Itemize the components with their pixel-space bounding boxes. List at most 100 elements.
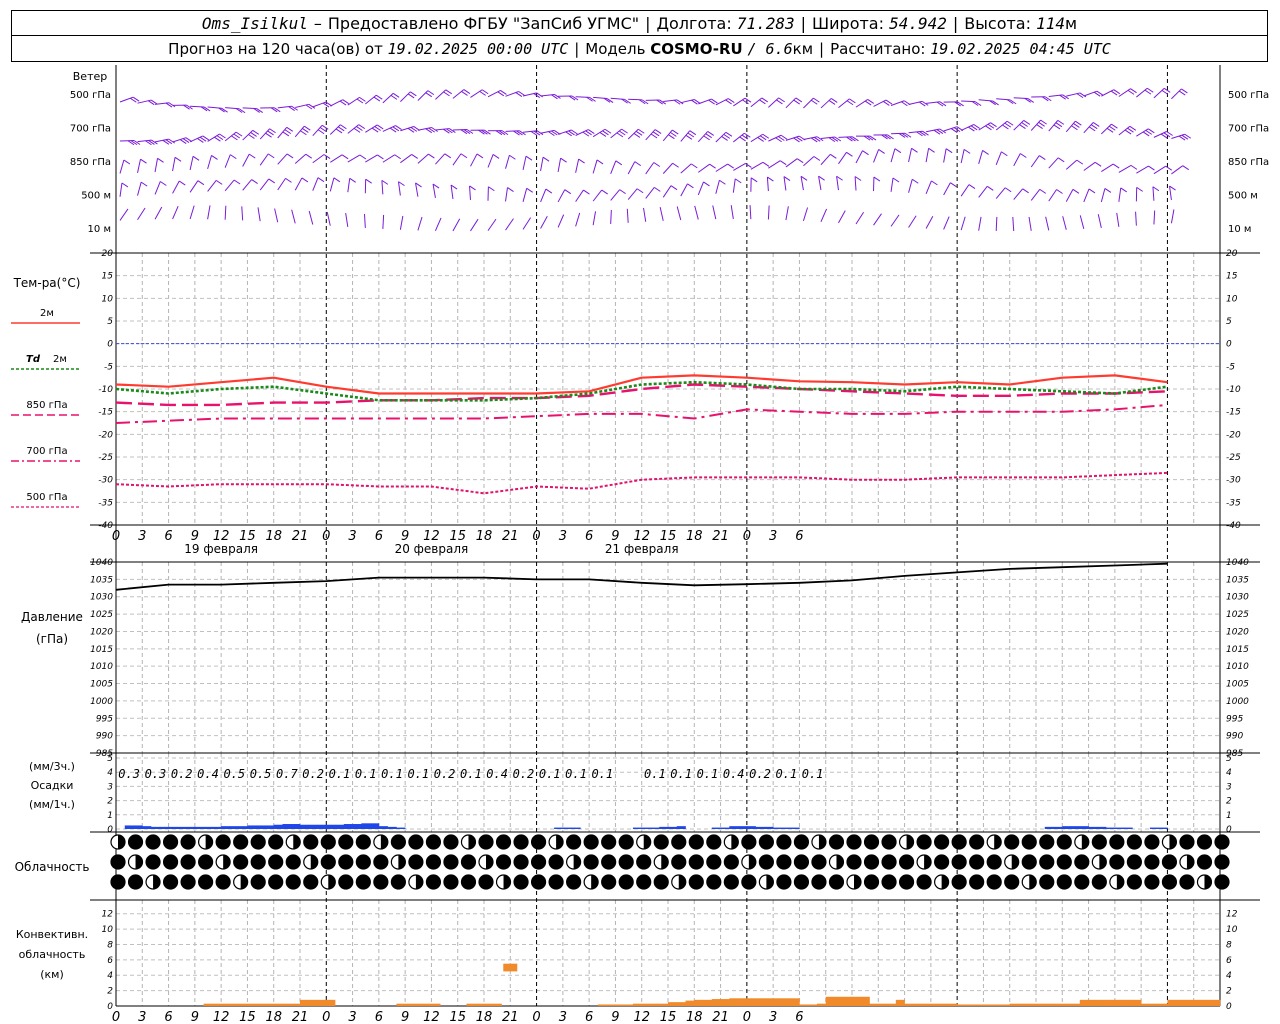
wind-barb-shaft: [452, 218, 461, 232]
wind-barb-shaft: [785, 206, 789, 221]
precip-3h-label: 0.2: [302, 767, 324, 781]
cloud-cover-icon: [1109, 874, 1125, 890]
cloud-cover-icon: [1056, 834, 1072, 850]
wind-barb-icon: [908, 147, 918, 163]
conv-panel-label-3: (км): [40, 968, 64, 981]
conv-bar: [1071, 1003, 1081, 1006]
cloud-cover-icon: [215, 874, 231, 890]
wind-barb-icon: [365, 124, 384, 133]
cloud-cover-icon: [1074, 874, 1090, 890]
conv-bar: [475, 1003, 485, 1006]
cloud-circle: [408, 834, 424, 850]
wind-barb-feather: [1044, 96, 1052, 102]
wind-barb-shaft: [978, 216, 982, 231]
cloud-circle: [811, 854, 827, 870]
wind-barb-feather: [516, 130, 523, 136]
cloud-circle: [1091, 834, 1107, 850]
wind-barb-shaft: [1048, 189, 1057, 202]
wind-barb-feather: [127, 140, 135, 146]
cloud-cover-icon: [758, 874, 774, 890]
wind-barb-feather: [250, 132, 257, 137]
cloud-circle: [1021, 854, 1037, 870]
cloud-circle: [390, 834, 406, 850]
cloud-circle: [1039, 854, 1055, 870]
wind-barb-icon: [207, 133, 226, 142]
x-tick-label-bottom: 3: [769, 1010, 777, 1024]
wind-barb-shaft: [1030, 189, 1041, 201]
conv-tick-label: 6: [1226, 956, 1232, 966]
cloud-half: [135, 855, 143, 869]
cloud-circle: [338, 854, 354, 870]
cloud-circle: [776, 874, 792, 890]
conv-bar: [703, 999, 713, 1006]
wind-barb-shaft: [818, 176, 822, 191]
wind-barb-feather: [1182, 165, 1189, 171]
wind-barb-feather: [1181, 88, 1188, 94]
precip-bar: [746, 826, 756, 829]
x-tick-label-bottom: 15: [660, 1010, 677, 1024]
wind-barb-icon: [697, 131, 714, 143]
wind-barb-icon: [172, 104, 193, 110]
wind-barb-feather: [634, 161, 642, 167]
cloud-circle: [671, 834, 687, 850]
wind-barb-shaft: [345, 212, 349, 227]
wind-barb-icon: [768, 134, 788, 143]
cloud-circle: [180, 874, 196, 890]
cloud-circle: [636, 874, 652, 890]
cloud-cover-icon: [776, 834, 792, 850]
temp-tick-label: 20: [1226, 249, 1238, 259]
precip-3h-label: 0.2: [171, 767, 193, 781]
cloud-circle: [145, 834, 161, 850]
wind-barb-icon: [645, 99, 666, 105]
pressure-panel-label-2: (гПа): [36, 632, 68, 646]
precip-bar: [133, 825, 143, 829]
cloud-cover-icon: [443, 874, 459, 890]
cloud-half: [415, 875, 423, 889]
wind-barb-feather: [305, 153, 313, 159]
wind-barb-icon: [415, 182, 422, 197]
wind-barb-feather: [830, 98, 838, 103]
wind-barb-feather: [443, 91, 450, 97]
wind-barb-feather: [619, 189, 626, 195]
wind-barb-icon: [347, 96, 366, 106]
precip-3h-label: 0.5: [250, 767, 272, 781]
conv-tick-label: 2: [1226, 987, 1232, 997]
wind-barb-icon: [1083, 161, 1102, 171]
wind-barb-shaft: [785, 135, 800, 141]
wind-barb-icon: [978, 149, 989, 164]
wind-barb-icon: [855, 99, 874, 108]
cloud-cover-icon: [1161, 874, 1178, 890]
cloud-circle: [741, 874, 757, 890]
cloud-circle: [180, 854, 196, 870]
cloud-cover-icon: [1161, 834, 1178, 850]
precip-bar: [738, 826, 748, 829]
wind-barb-icon: [838, 151, 853, 165]
precip-bar: [773, 827, 783, 829]
precip-bar: [247, 825, 257, 829]
cloud-cover-icon: [758, 834, 774, 850]
x-tick-label-bottom: 15: [449, 1010, 466, 1024]
precip-bar: [1158, 827, 1168, 829]
wind-barb-icon: [680, 130, 697, 142]
wind-barb-shaft: [697, 181, 704, 196]
wind-barb-feather: [1022, 188, 1029, 194]
wind-barb-feather: [828, 100, 836, 105]
cloud-cover-icon: [460, 854, 477, 870]
cloud-cover-icon: [881, 834, 897, 850]
temp-tick-label: -20: [98, 430, 113, 440]
cloud-half: [994, 835, 1002, 849]
conv-bar: [694, 999, 704, 1006]
wind-barb-icon: [312, 154, 331, 164]
wind-barb-icon: [1065, 159, 1084, 170]
wind-barb-icon: [680, 183, 694, 197]
conv-bar: [1079, 999, 1089, 1006]
wind-barb-icon: [943, 101, 964, 107]
cloud-circle: [1126, 854, 1142, 870]
wind-barb-icon: [1048, 157, 1065, 169]
cloud-cover-icon: [898, 854, 915, 870]
wind-barb-feather: [1152, 186, 1160, 192]
cloud-cover-icon: [338, 874, 354, 890]
wind-barb-shaft: [890, 177, 894, 192]
cloud-cover-icon: [460, 874, 477, 890]
temp-tick-label: -35: [1226, 498, 1241, 508]
